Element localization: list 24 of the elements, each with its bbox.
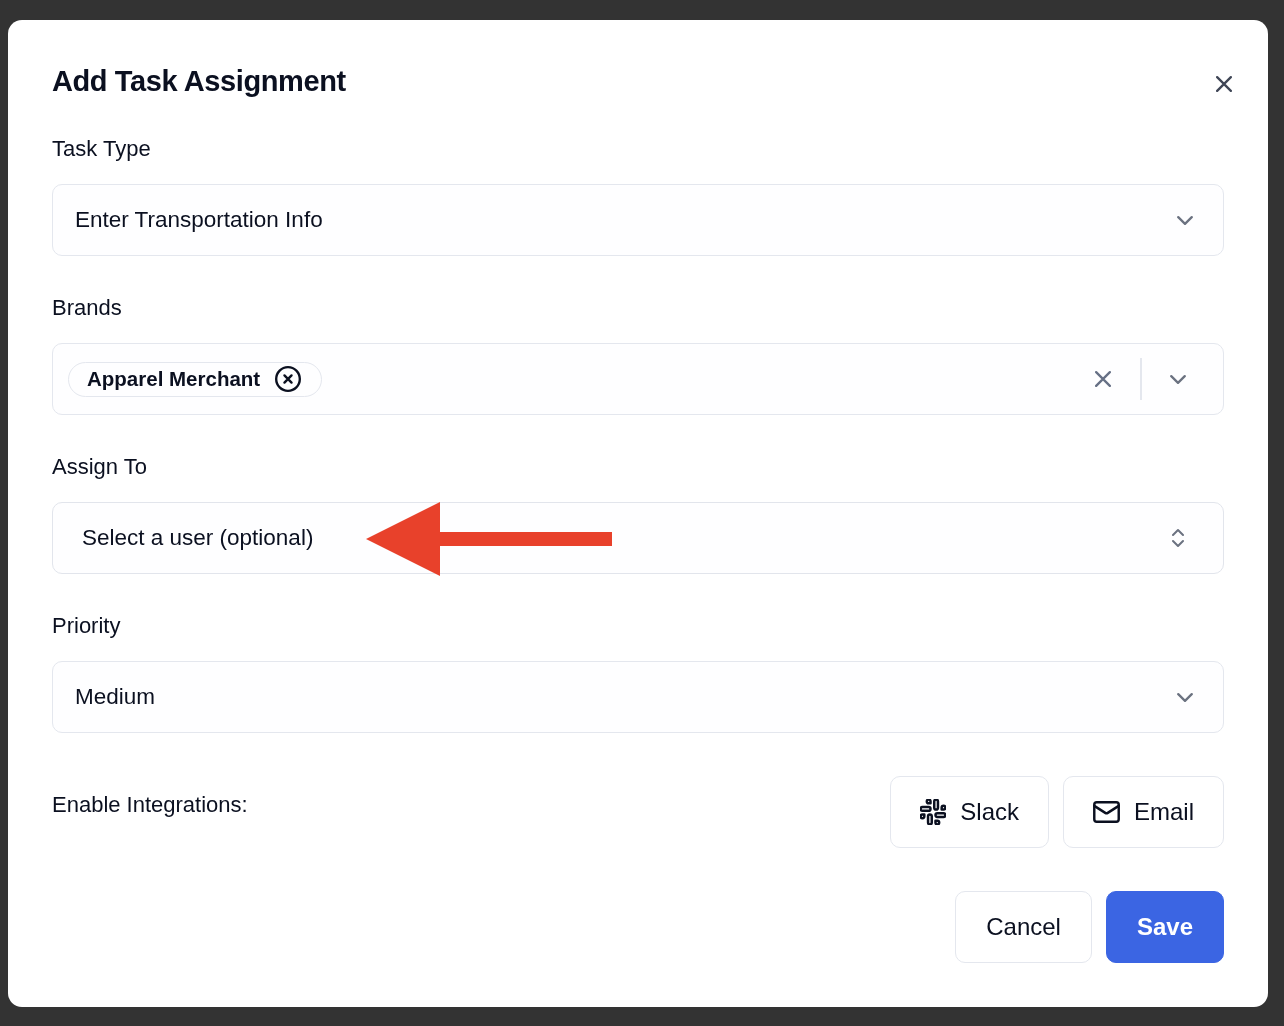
clear-icon[interactable]: [1095, 371, 1111, 387]
integrations-label: Enable Integrations:: [52, 791, 248, 819]
field-label: Brands: [52, 294, 122, 322]
email-button[interactable]: Email: [1063, 776, 1224, 848]
save-button[interactable]: Save: [1105, 891, 1224, 963]
circle-x-icon[interactable]: [275, 366, 302, 392]
multiselect-field[interactable]: Apparel Merchant: [52, 343, 1224, 415]
chevron-down-icon[interactable]: [1170, 374, 1186, 384]
field-label: Priority: [52, 612, 121, 640]
select-field[interactable]: Medium: [52, 661, 1224, 733]
tag-label: Apparel Merchant: [87, 367, 261, 391]
select-field[interactable]: Enter Transportation Info: [52, 184, 1224, 256]
envelope-icon: [1093, 801, 1120, 823]
close-icon: [1216, 76, 1232, 92]
chevron-down-icon: [1177, 692, 1193, 702]
chevron-up-down-icon: [1172, 528, 1184, 548]
slack-button[interactable]: Slack: [890, 776, 1049, 848]
field-label: Assign To: [52, 453, 147, 481]
slack-logo-icon: [920, 799, 947, 825]
chevron-down-icon: [1177, 215, 1193, 225]
user-select-field[interactable]: Select a user (optional): [52, 502, 1224, 574]
cancel-button[interactable]: Cancel: [955, 891, 1092, 963]
dialog-title: Add Task Assignment: [52, 64, 346, 99]
field-label: Task Type: [52, 135, 151, 163]
